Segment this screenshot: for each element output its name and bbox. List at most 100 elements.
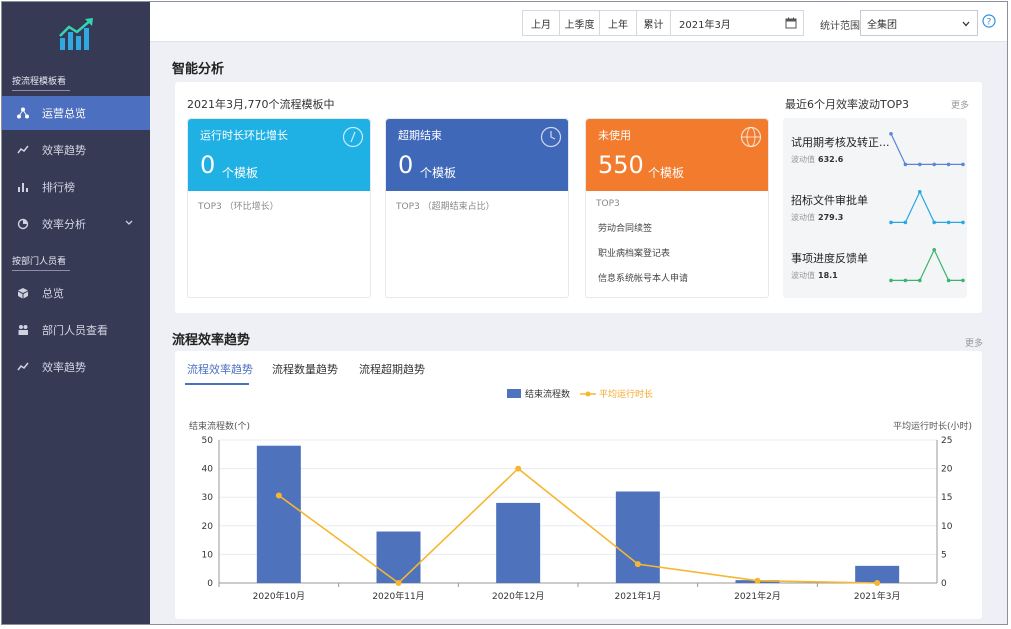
smart-analysis-panel: 2021年3月,770个流程模板中 运行时长环比增长 0 个模板 TOP3 （环…: [175, 82, 982, 313]
calendar-icon: [785, 17, 797, 29]
sparkline-point: [946, 162, 951, 167]
x-tick-label: 2021年2月: [734, 590, 781, 602]
top3-item[interactable]: 试用期考核及转正... 波动值 632.6: [791, 132, 967, 190]
top3-item[interactable]: 招标文件审批单 波动值 279.3: [791, 190, 967, 248]
chart-point: [395, 580, 402, 586]
trend-more-link[interactable]: 更多: [965, 336, 983, 349]
sidebar-item-dept-people[interactable]: 部门人员查看: [2, 313, 150, 347]
chart-bar: [376, 531, 421, 583]
sidebar-item-dept-trend[interactable]: 效率趋势: [2, 350, 150, 384]
card-header: 未使用 550 个模板: [586, 119, 768, 191]
unused-template-item[interactable]: 劳动合同续签: [596, 221, 758, 234]
chart-point: [515, 465, 522, 472]
sparkline-path: [890, 133, 963, 166]
sparkline-path: [891, 248, 963, 282]
sidebar-group-template: 按流程模板看: [12, 74, 71, 91]
date-picker[interactable]: 2021年3月: [670, 10, 804, 36]
sparkline-point: [903, 278, 908, 283]
unused-template-item[interactable]: 职业病档案登记表: [596, 246, 758, 259]
card-unit: 个模板: [222, 166, 259, 180]
card-footer: TOP3 （环比增长）: [198, 202, 279, 212]
sidebar-item-label: 总览: [42, 287, 64, 300]
sidebar-item-efficiency-analysis[interactable]: 效率分析: [2, 207, 150, 241]
sparkline-point: [961, 278, 965, 283]
sidebar-item-label: 运营总览: [42, 107, 86, 120]
help-icon[interactable]: ?: [982, 14, 996, 28]
clock-icon: [342, 126, 364, 148]
card-value: 0: [200, 151, 216, 179]
sparkline-point: [903, 162, 908, 167]
y-tick-label: 40: [202, 465, 214, 475]
sparkline-point: [946, 278, 951, 283]
card-title: 未使用: [598, 129, 631, 142]
last-year-button[interactable]: 上年: [599, 10, 637, 36]
last-month-button[interactable]: 上月: [522, 10, 560, 36]
y2-tick-label: 15: [941, 493, 952, 503]
sparkline-point: [961, 220, 965, 225]
pie-chart-icon: [16, 217, 30, 231]
sidebar-item-dept-overview[interactable]: 总览: [2, 276, 150, 310]
y-tick-label: 20: [202, 522, 214, 532]
sparkline-point: [961, 162, 965, 167]
sidebar-item-efficiency-trend[interactable]: 效率趋势: [2, 133, 150, 167]
top3-item-name: 试用期考核及转正...: [791, 136, 890, 149]
card-overdue[interactable]: 超期结束 0 个模板 TOP3 （超期结束占比）: [385, 118, 569, 298]
people-icon: [16, 323, 30, 337]
top3-item[interactable]: 事项进度反馈单 波动值 18.1: [791, 248, 967, 306]
sidebar-item-label: 效率趋势: [42, 361, 86, 374]
trend-line-icon: [16, 360, 30, 374]
sidebar-item-ranking[interactable]: 排行榜: [2, 170, 150, 204]
card-duration-growth[interactable]: 运行时长环比增长 0 个模板 TOP3 （环比增长）: [187, 118, 371, 298]
smart-analysis-title: 智能分析: [172, 62, 225, 77]
sidebar-group-department: 按部门人员看: [12, 254, 71, 271]
top3-item-value: 波动值 632.6: [791, 155, 844, 164]
smart-analysis-subtitle: 2021年3月,770个流程模板中: [187, 98, 335, 111]
card-footer: TOP3 （超期结束占比）: [396, 202, 495, 212]
sidebar-item-label: 部门人员查看: [42, 324, 108, 337]
chart-point: [754, 577, 761, 584]
chevron-down-icon: [962, 21, 970, 27]
bar-chart-icon: [16, 180, 30, 194]
sparkline-point: [889, 278, 893, 283]
date-value: 2021年3月: [679, 19, 731, 31]
card-title: 运行时长环比增长: [200, 129, 288, 142]
y2-tick-label: 0: [941, 579, 947, 589]
chart-bar: [256, 445, 301, 583]
y-tick-label: 10: [202, 550, 214, 560]
card-unused[interactable]: 未使用 550 个模板 TOP3 劳动合同续签 职业病档案登记表 信息系统帐号本…: [585, 118, 769, 298]
card-header: 运行时长环比增长 0 个模板: [188, 119, 370, 191]
app-window: 按流程模板看 运营总览 效率趋势 排行榜 效率分析 按部门人员看 总览 部门人员…: [1, 1, 1008, 625]
sidebar: 按流程模板看 运营总览 效率趋势 排行榜 效率分析 按部门人员看 总览 部门人员…: [2, 2, 150, 624]
scope-select[interactable]: 全集团: [860, 10, 978, 36]
x-tick-label: 2021年1月: [615, 590, 662, 602]
globe-icon: [740, 126, 762, 148]
last-quarter-button[interactable]: 上季度: [559, 10, 600, 36]
sparkline: [889, 132, 965, 167]
unused-template-item[interactable]: 信息系统帐号本人申请: [596, 271, 758, 284]
top3-item-name: 事项进度反馈单: [791, 252, 868, 265]
sidebar-item-label: 效率趋势: [42, 144, 86, 157]
sparkline: [889, 190, 965, 225]
card-value: 550: [598, 151, 644, 179]
cumulative-button[interactable]: 累计: [636, 10, 671, 36]
top3-more-link[interactable]: 更多: [951, 98, 969, 111]
scope-value: 全集团: [867, 19, 897, 31]
top3-item-name: 招标文件审批单: [791, 194, 868, 207]
cube-icon: [16, 286, 30, 300]
chart-point: [874, 580, 881, 586]
sidebar-item-overview[interactable]: 运营总览: [2, 96, 150, 130]
network-icon: [16, 106, 30, 120]
y-tick-label: 50: [202, 436, 214, 446]
sidebar-item-label: 排行榜: [42, 181, 75, 194]
y2-tick-label: 5: [941, 550, 947, 560]
y-tick-label: 30: [202, 493, 214, 503]
x-tick-label: 2021年3月: [854, 590, 901, 602]
x-tick-label: 2020年12月: [492, 590, 544, 602]
card-value: 0: [398, 151, 414, 179]
y2-tick-label: 20: [941, 465, 953, 475]
sparkline-point: [918, 190, 922, 194]
card-unit: 个模板: [420, 166, 457, 180]
trend-title: 流程效率趋势: [172, 333, 251, 348]
x-tick-label: 2020年10月: [253, 590, 305, 602]
sparkline-point: [932, 248, 936, 252]
